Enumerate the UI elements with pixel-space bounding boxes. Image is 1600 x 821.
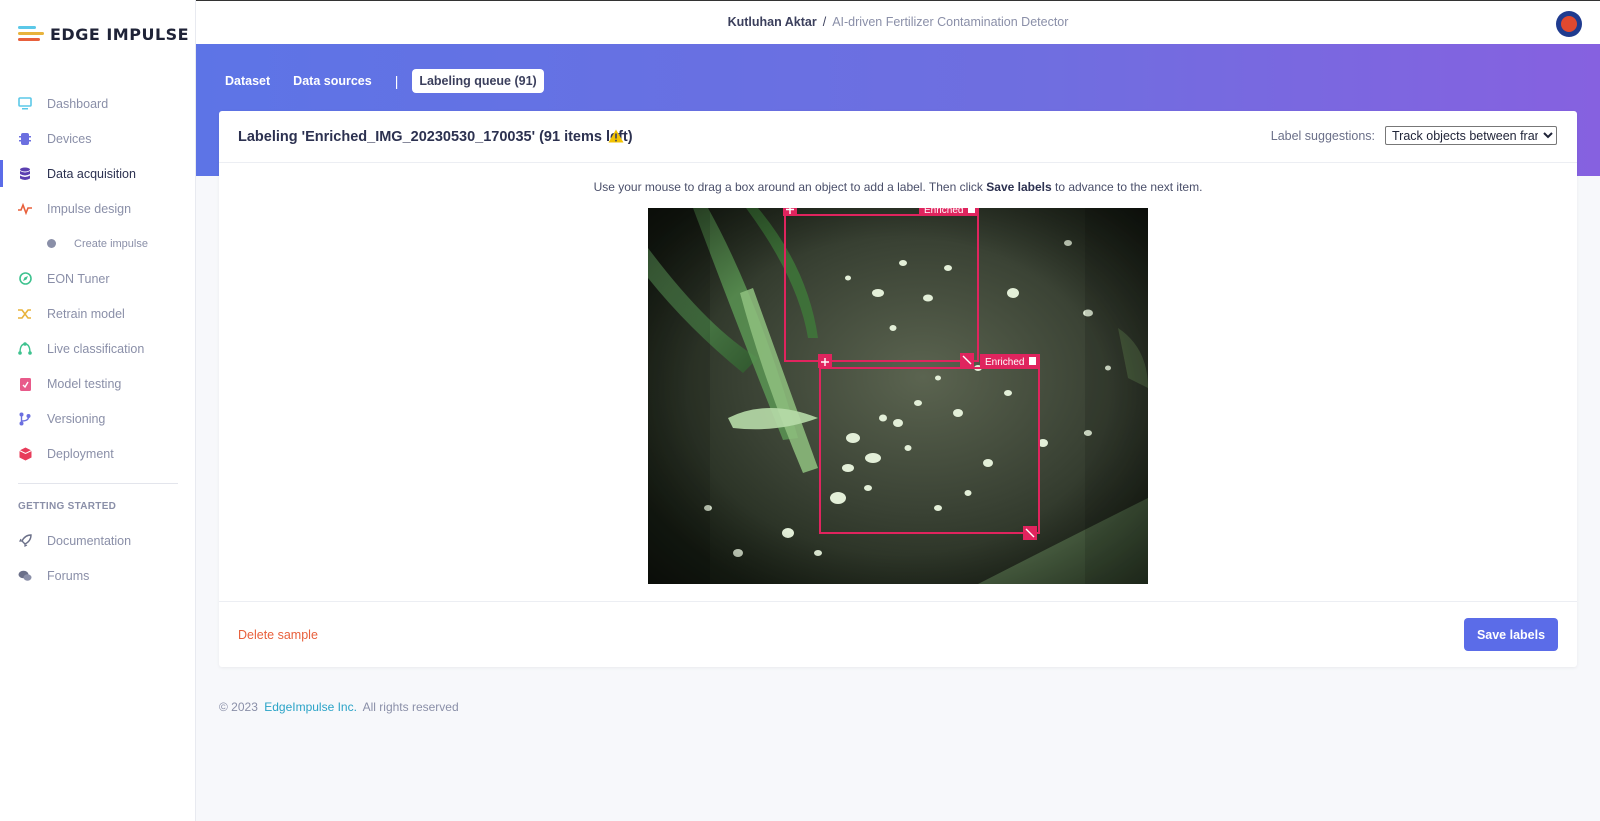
compass-icon [18,272,32,286]
bounding-box-label: Enriched [924,208,963,216]
sidebar-subitem-label: Create impulse [74,237,148,250]
sidebar-item-model-testing[interactable]: Model testing [0,366,196,401]
sidebar-item-versioning[interactable]: Versioning [0,401,196,436]
sidebar-item-label: Model testing [47,376,122,391]
section-label-getting-started: GETTING STARTED [18,501,117,512]
database-icon [18,167,32,181]
delete-sample-link[interactable]: Delete sample [238,628,318,642]
company-link[interactable]: EdgeImpulse Inc. [264,700,357,714]
page-footer: © 2023 EdgeImpulse Inc. All rights reser… [219,700,459,714]
brand-name: EDGE IMPULSE [50,24,190,44]
sidebar-item-devices[interactable]: Devices [0,121,196,156]
sidebar-item-documentation[interactable]: Documentation [0,523,196,558]
copyright-text: © 2023 [219,700,258,714]
cpu-icon [18,132,32,146]
sidebar-nav: Dashboard Devices Data acquisition Impul… [0,86,196,471]
sidebar-item-label: Impulse design [47,201,132,216]
breadcrumb-project[interactable]: AI-driven Fertilizer Contamination Detec… [832,15,1068,29]
card-header: Labeling 'Enriched_IMG_20230530_170035' … [219,111,1577,163]
sample-image: Enriched Enriched [648,208,1148,584]
save-labels-button[interactable]: Save labels [1464,618,1558,651]
labeling-instructions: Use your mouse to drag a box around an o… [219,180,1577,194]
breadcrumb-user[interactable]: Kutluhan Aktar [728,15,817,29]
bullet-icon [47,239,56,248]
sidebar: EDGE IMPULSE Dashboard Devices Data acqu… [0,0,196,821]
trash-icon[interactable] [1029,357,1036,365]
git-branch-icon [18,412,32,426]
top-bar: Kutluhan Aktar / AI-driven Fertilizer Cont… [196,0,1600,44]
sidebar-item-dashboard[interactable]: Dashboard [0,86,196,121]
sidebar-item-label: Documentation [47,533,132,548]
page-title: Labeling 'Enriched_IMG_20230530_170035' … [238,129,633,145]
edge-impulse-logo-icon [18,24,44,44]
sidebar-item-data-acquisition[interactable]: Data acquisition [0,156,196,191]
network-icon [18,342,32,356]
warning-icon[interactable] [608,129,624,148]
rocket-icon [18,534,32,548]
breadcrumb-separator: / [822,15,827,29]
tab-labeling-queue[interactable]: Labeling queue (91) [412,69,544,93]
label-suggestions-select[interactable]: Track objects between frames [1385,126,1557,145]
rights-text: All rights reserved [362,700,459,714]
sidebar-item-label: Devices [47,131,92,146]
sidebar-item-label: Retrain model [47,306,125,321]
labeling-card: Labeling 'Enriched_IMG_20230530_170035' … [219,111,1577,667]
label-suggestions-label: Label suggestions: [1270,128,1375,143]
sidebar-item-eon-tuner[interactable]: EON Tuner [0,261,196,296]
instruction-bold: Save labels [986,180,1052,194]
sidebar-item-live-classification[interactable]: Live classification [0,331,196,366]
chat-icon [18,569,32,583]
sidebar-item-retrain-model[interactable]: Retrain model [0,296,196,331]
instruction-text: Use your mouse to drag a box around an o… [593,180,987,194]
tab-separator: | [394,73,399,89]
trash-icon[interactable] [968,208,975,213]
tab-data-sources[interactable]: Data sources [293,74,372,88]
label-suggestions: Label suggestions: Track objects between… [1271,126,1557,145]
bounding-box-label: Enriched [985,357,1024,368]
sidebar-item-label: Versioning [47,411,106,426]
card-footer: Delete sample Save labels [219,601,1577,667]
instruction-text-end: to advance to the next item. [1051,180,1203,194]
sidebar-item-label: Dashboard [47,96,109,111]
cube-icon [18,447,32,461]
sidebar-getting-started: Documentation Forums [0,523,196,593]
sidebar-item-label: Deployment [47,446,114,461]
tab-dataset[interactable]: Dataset [225,74,270,88]
sidebar-item-label: Forums [47,568,90,583]
sidebar-item-label: Data acquisition [47,166,136,181]
sidebar-item-deployment[interactable]: Deployment [0,436,196,471]
sidebar-item-label: EON Tuner [47,271,110,286]
pulse-icon [18,202,32,216]
sidebar-divider [18,483,178,484]
labeling-canvas[interactable]: Enriched Enriched [648,208,1148,584]
clipboard-check-icon [18,377,32,391]
sidebar-subitem-create-impulse[interactable]: Create impulse [0,226,196,261]
avatar[interactable] [1556,11,1582,37]
brand-logo[interactable]: EDGE IMPULSE [18,24,189,44]
sidebar-item-impulse-design[interactable]: Impulse design [0,191,196,226]
shuffle-icon [18,307,32,321]
tab-bar: Dataset Data sources | Labeling queue (9… [225,69,567,93]
monitor-icon [18,97,32,111]
sidebar-item-label: Live classification [47,341,145,356]
sidebar-item-forums[interactable]: Forums [0,558,196,593]
breadcrumb: Kutluhan Aktar / AI-driven Fertilizer Cont… [196,15,1600,29]
